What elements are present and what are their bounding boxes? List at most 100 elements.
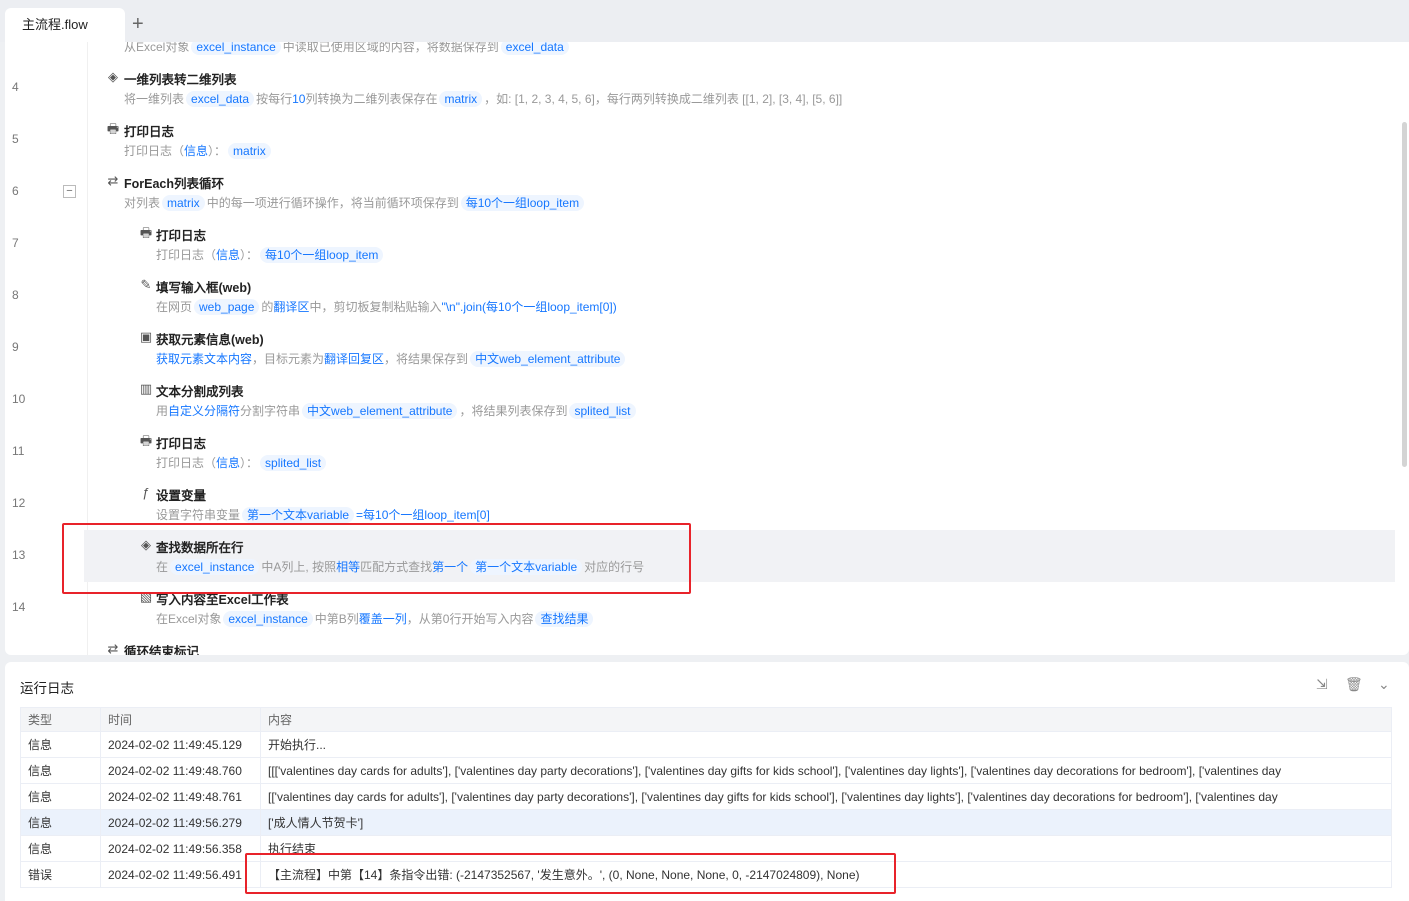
step-title: 打印日志 — [156, 229, 207, 243]
desc-text: 从Excel对象 — [124, 42, 190, 54]
variable-chip[interactable]: 查找结果 — [535, 611, 594, 627]
line-number: 9 — [12, 340, 19, 354]
param-link[interactable]: 第一个 — [432, 560, 468, 574]
flow-step-row[interactable]: 10 ▥ 文本分割成列表 用自定义分隔符分割字符串 中文web_element_attr… — [5, 374, 1395, 426]
param-link[interactable]: "\n".join(每10个一组loop_item[0]) — [441, 300, 616, 314]
variable-chip[interactable]: splited_list — [260, 455, 327, 471]
variable-chip[interactable]: 第一个文本variable — [242, 507, 355, 523]
variable-chip[interactable]: matrix — [162, 195, 205, 211]
line-number: 8 — [12, 288, 19, 302]
variable-chip[interactable]: 每10个一组loop_item — [260, 247, 384, 263]
step-description: 在网页 web_page 的翻译区中，剪切板复制粘贴输入"\n".join(每10个… — [156, 297, 617, 317]
flow-step-row[interactable]: 12 ƒ 设置变量 设置字符串变量 第一个文本variable =每10个一组loop_i… — [5, 478, 1395, 530]
log-time: 2024-02-02 11:49:56.358 — [100, 835, 261, 862]
log-row[interactable]: 错误 2024-02-02 11:49:56.491 【主流程】中第【14】条指令出… — [20, 861, 1392, 888]
add-tab-button[interactable]: + — [132, 12, 144, 36]
flow-step-row[interactable]: 6 − ⇄ ForEach列表循环 对列表 matrix 中的每一项进行循环操作，将当前循环… — [5, 166, 1395, 218]
flow-step-row[interactable]: 14 ▧ 写入内容至Excel工作表 在Excel对象 excel_instance 中第… — [5, 582, 1395, 634]
flow-step-row[interactable]: ▤从Excel对象excel_instance中读取已使用区域的内容，将数据保存… — [5, 42, 1395, 62]
excel-write-icon: ▧ — [139, 589, 153, 604]
param-link[interactable]: 覆盖一列 — [359, 612, 407, 626]
param-link[interactable]: 获取元素文本内容 — [156, 352, 252, 366]
variable-chip[interactable]: excel_instance — [170, 559, 260, 575]
log-row[interactable]: 信息 2024-02-02 11:49:45.129 开始执行... — [20, 731, 1392, 758]
variable-chip[interactable]: excel_data — [500, 42, 569, 55]
flow-step-row[interactable]: 8 ✎ 填写输入框(web) 在网页 web_page 的翻译区中，剪切板复制粘贴输入"\… — [5, 270, 1395, 322]
log-type: 错误 — [20, 861, 101, 888]
flow-step-row[interactable]: 9 ▣ 获取元素信息(web) 获取元素文本内容，目标元素为翻译回复区，将结果保存到中… — [5, 322, 1395, 374]
param-link[interactable]: =每10个一组loop_item[0] — [356, 508, 490, 522]
edit-input-icon: ✎ — [140, 277, 152, 292]
col-type: 类型 — [20, 707, 101, 732]
step-title: 填写输入框(web) — [156, 281, 252, 295]
desc-text: ，将结果列表保存到 — [459, 404, 568, 418]
param-link[interactable]: 信息 — [184, 144, 208, 158]
variable-chip[interactable]: 中文web_element_attribute — [470, 351, 626, 367]
variable-chip[interactable]: 第一个文本variable — [470, 559, 583, 575]
flow-step-row[interactable]: 11 🖶 打印日志 打印日志（信息）： splited_list — [5, 426, 1395, 478]
step-description: 在 excel_instance 中A列上, 按照相等匹配方式查找第一个 第一个文本v… — [156, 557, 644, 577]
variable-icon: ƒ — [142, 485, 150, 500]
desc-text: 设置字符串变量 — [156, 508, 241, 522]
log-type: 信息 — [20, 835, 101, 862]
desc-text: ，目标元素为 — [252, 352, 325, 366]
step-description: 打印日志（信息）： splited_list — [156, 453, 328, 473]
loop-end-icon: ⇄ — [107, 641, 119, 655]
desc-text: 用 — [156, 404, 169, 418]
export-log-icon[interactable]: ⇲ — [1316, 676, 1328, 693]
step-description: 打印日志（信息）： 每10个一组loop_item — [156, 245, 385, 265]
param-link[interactable]: 信息 — [216, 456, 240, 470]
flow-step-row[interactable]: ⇄ 循环结束标记 — [5, 634, 1395, 655]
step-description: 获取元素文本内容，目标元素为翻译回复区，将结果保存到 中文web_element_… — [156, 349, 627, 369]
flow-step-row[interactable]: 5 🖶 打印日志 打印日志（信息）： matrix — [5, 114, 1395, 166]
loop-icon: ⇄ — [107, 173, 119, 188]
delete-log-icon[interactable]: 🗑 — [1345, 676, 1363, 693]
desc-text: 中A列上, 按照 — [261, 560, 337, 574]
variable-chip[interactable]: matrix — [228, 143, 271, 159]
desc-text: 中第B列 — [314, 612, 359, 626]
param-link[interactable]: 信息 — [216, 248, 240, 262]
editor-scrollbar[interactable] — [1402, 122, 1407, 467]
variable-chip[interactable]: web_page — [194, 299, 260, 315]
collapse-panel-chevron-down-icon[interactable]: ⌄ — [1378, 676, 1390, 693]
step-description: 设置字符串变量 第一个文本variable =每10个一组loop_item[0] — [156, 505, 490, 525]
layers-icon: ◈ — [108, 69, 118, 84]
printer-icon: 🖶 — [106, 121, 120, 136]
desc-text: 在Excel对象 — [156, 612, 222, 626]
variable-chip[interactable]: excel_instance — [223, 611, 313, 627]
variable-chip[interactable]: splited_list — [569, 403, 636, 419]
desc-text: ，如: [1, 2, 3, 4, 5, 6]，每行两列转换成二维列表 [[1, … — [484, 92, 843, 106]
variable-chip[interactable]: excel_instance — [191, 42, 281, 55]
step-title: 打印日志 — [156, 437, 207, 451]
param-link[interactable]: 相等 — [336, 560, 360, 574]
line-number: 10 — [12, 392, 26, 406]
log-content: [['valentines day cards for adults'], ['… — [260, 783, 1392, 810]
desc-text: 列转换为二维列表保存在 — [305, 92, 438, 106]
tab-main-flow[interactable]: 主流程.flow — [5, 8, 125, 42]
log-content: 【主流程】中第【14】条指令出错: (-2147352567, '发生意外。',… — [260, 861, 1392, 888]
line-number: 13 — [12, 548, 26, 562]
param-link[interactable]: 翻译区 — [273, 300, 309, 314]
layers-icon: ◈ — [141, 537, 151, 552]
flow-step-row[interactable]: 13 ◈ 查找数据所在行在 excel_instance 中A列上, 按照相等匹配方式查… — [12, 530, 1395, 582]
log-row[interactable]: 信息 2024-02-02 11:49:48.761 [['valentines d… — [20, 783, 1392, 810]
log-row[interactable]: 信息 2024-02-02 11:49:56.358 执行结束 — [20, 835, 1392, 862]
flow-step-row[interactable]: 7 🖶 打印日志 打印日志（信息）： 每10个一组loop_item — [5, 218, 1395, 270]
variable-chip[interactable]: 每10个一组loop_item — [460, 195, 585, 211]
param-link[interactable]: 10 — [292, 92, 305, 106]
text-split-icon: ▥ — [139, 381, 153, 396]
log-type: 信息 — [20, 757, 101, 784]
param-link[interactable]: 自定义分隔符 — [168, 404, 240, 418]
variable-chip[interactable]: 中文web_element_attribute — [302, 403, 458, 419]
variable-chip[interactable]: excel_data — [186, 91, 255, 107]
variable-chip[interactable]: matrix — [439, 91, 483, 107]
log-time: 2024-02-02 11:49:56.491 — [100, 861, 261, 888]
col-time: 时间 — [100, 707, 261, 732]
param-link[interactable]: 翻译回复区 — [324, 352, 384, 366]
log-row[interactable]: 信息 2024-02-02 11:49:56.279 ['成人情人节贺卡'] — [20, 809, 1392, 836]
log-row[interactable]: 信息 2024-02-02 11:49:48.760 [[['valentines … — [20, 757, 1392, 784]
collapse-toggle[interactable]: − — [63, 185, 76, 198]
log-content: ['成人情人节贺卡'] — [260, 809, 1392, 836]
flow-step-row[interactable]: 4 ◈ 一维列表转二维列表 将一维列表 excel_data 按每行10列转换为二维列表保… — [5, 62, 1395, 114]
desc-text: 对应的行号 — [584, 560, 645, 574]
